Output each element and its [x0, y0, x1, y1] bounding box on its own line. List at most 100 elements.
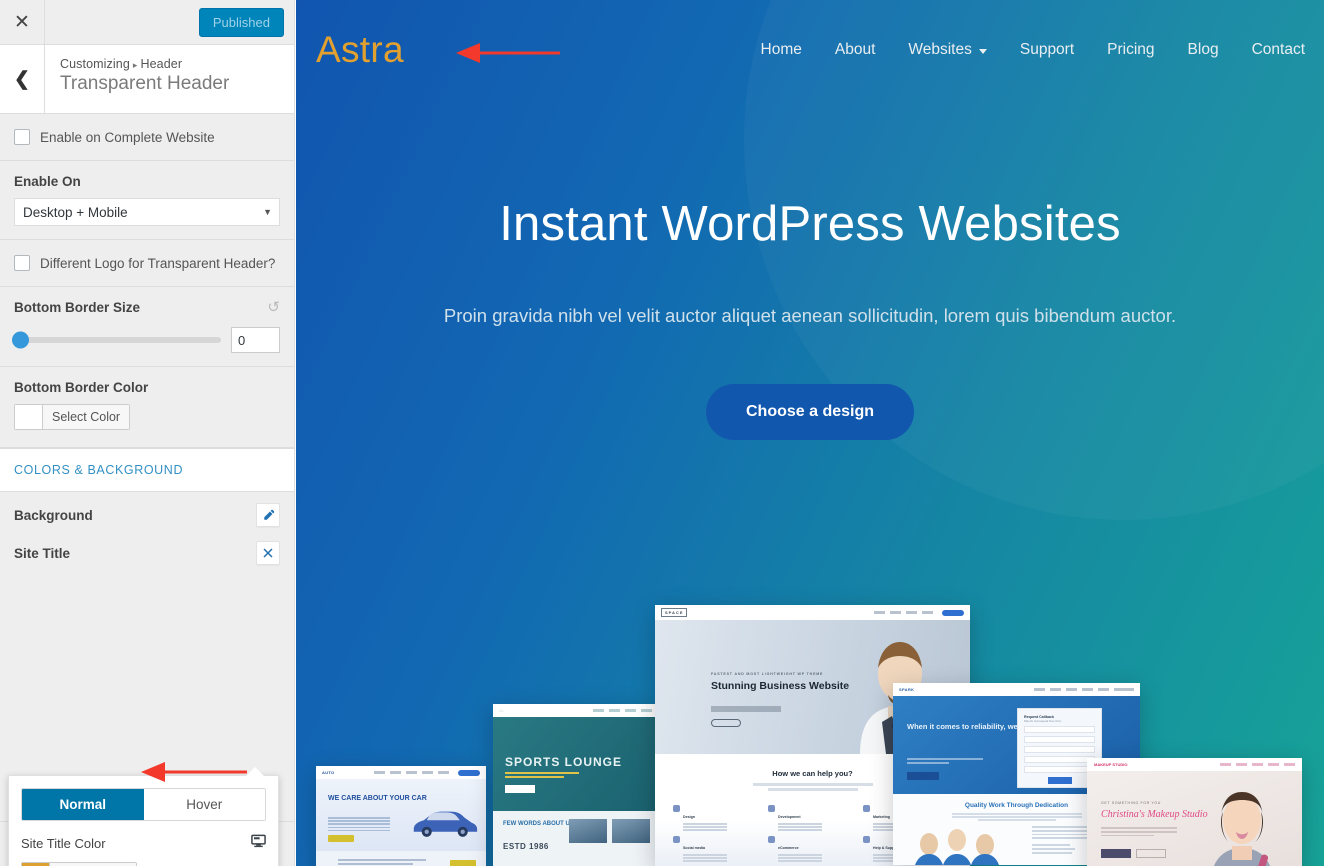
mockup-makeup-photo [1213, 792, 1271, 866]
site-title-label: Site Title [14, 545, 71, 561]
control-bottom-border-color: Bottom Border Color Select Color [0, 367, 294, 448]
mockup-plumber-form-submit [1047, 777, 1072, 784]
mockup-makeup[interactable]: MAKEUP STUDIO GET SOMETHING FOR YOU Chri… [1087, 758, 1302, 866]
feature-text [683, 853, 727, 862]
enable-complete-website-checkbox[interactable] [14, 129, 30, 145]
mockup-makeup-navbar: MAKEUP STUDIO [1087, 758, 1302, 771]
mockup-makeup-buttons [1101, 849, 1166, 858]
nav-item-contact[interactable]: Contact [1252, 41, 1305, 59]
screen: ✕ Published ❮ Customizing ▸ Header Transpa… [0, 0, 1324, 866]
site-title-color-picker[interactable]: Select Color [21, 862, 138, 866]
feature-icon [863, 805, 870, 812]
mockup-sports-button [505, 785, 535, 793]
mockup-business-button [711, 719, 741, 727]
breadcrumb-root: Customizing [60, 57, 130, 71]
feature-icon [673, 835, 680, 843]
mockup-makeup-kicker: GET SOMETHING FOR YOU [1101, 801, 1161, 805]
color-swatch [15, 405, 43, 429]
nav-item-blog[interactable]: Blog [1188, 41, 1219, 59]
row-site-title[interactable]: Site Title [0, 530, 294, 568]
mockup-makeup-paragraph [1101, 827, 1177, 838]
nav-item-pricing[interactable]: Pricing [1107, 41, 1154, 59]
nav-item-websites[interactable]: Websites [908, 41, 987, 59]
mockup-car-cta [458, 769, 480, 776]
back-chevron-icon[interactable]: ❮ [0, 45, 45, 113]
close-icon[interactable]: ✕ [0, 0, 45, 44]
control-enable-on: Enable On Desktop + Mobile ▼ [0, 161, 294, 240]
site-title-color-popup: Normal Hover Site Title Color [8, 767, 279, 866]
select-color-label: Select Color [43, 405, 130, 429]
bottom-border-size-slider[interactable] [12, 331, 221, 349]
mockup-business-cta [942, 609, 964, 616]
control-bottom-border-size: Bottom Border Size ↺ [0, 287, 294, 367]
hero-section: Instant WordPress Websites Proin gravida… [296, 196, 1324, 440]
mockup-car[interactable]: AUTO WE CARE ABOUT YOUR CAR [316, 766, 486, 866]
different-logo-label: Different Logo for Transparent Header? [40, 255, 276, 271]
mockup-plumber-logo: SPARK [899, 687, 915, 692]
hero-subtitle: Proin gravida nibh vel velit auctor aliq… [443, 305, 1177, 326]
mockup-plumber-navbar: SPARK [893, 683, 1140, 696]
mockup-car-lower-button [450, 860, 476, 866]
tab-hover[interactable]: Hover [143, 789, 265, 820]
mockup-makeup-logo: MAKEUP STUDIO [1094, 762, 1128, 767]
mockup-car-button [328, 835, 354, 842]
mockup-collage: AUTO WE CARE ABOUT YOUR CAR SL SPORTS LO… [296, 576, 1324, 866]
mockup-sports-estd: ESTD 1986 [503, 842, 549, 852]
mockup-plumber-paragraph [907, 758, 983, 766]
mockup-business-logo: SPACE [661, 608, 688, 617]
desktop-icon[interactable] [251, 834, 266, 853]
bottom-border-color-picker[interactable]: Select Color [14, 404, 131, 430]
site-title-color-row: Select Color [21, 862, 266, 866]
mockup-business-feature: eCommerce [768, 835, 857, 863]
reset-icon[interactable]: ↺ [267, 300, 280, 315]
breadcrumb-section: Header [140, 57, 183, 71]
feature-icon [768, 805, 775, 812]
nav-item-about[interactable]: About [835, 41, 876, 59]
site-header: Astra Home About Websites Support Pricin… [296, 0, 1324, 100]
feature-label: eCommerce [778, 845, 799, 850]
primary-navigation: Home About Websites Support Pricing Blog… [761, 41, 1311, 59]
hero-title: Instant WordPress Websites [499, 197, 1121, 251]
mockup-sports-nav [593, 709, 652, 712]
mockup-car-lower [316, 851, 486, 866]
feature-icon [863, 835, 870, 843]
breadcrumb-separator: ▸ [132, 60, 138, 70]
control-different-logo: Different Logo for Transparent Header? [0, 240, 294, 287]
tab-normal[interactable]: Normal [22, 789, 144, 820]
publish-button[interactable]: Published [198, 7, 284, 37]
mockup-sports-navbar: SL [493, 704, 658, 717]
enable-on-select[interactable]: Desktop + Mobile [14, 198, 280, 226]
mockup-car-logo: AUTO [322, 770, 335, 775]
mockup-makeup-hero: GET SOMETHING FOR YOU Christina's Makeup… [1087, 771, 1302, 866]
close-icon[interactable] [256, 541, 280, 565]
bottom-border-color-label: Bottom Border Color [14, 380, 149, 395]
mockup-sports[interactable]: SL SPORTS LOUNGE FEW WORDS ABOUT US ESTD… [493, 704, 658, 866]
row-background[interactable]: Background [0, 492, 294, 530]
site-title[interactable]: Astra [316, 29, 404, 71]
breadcrumb: Customizing ▸ Header [60, 57, 229, 71]
feature-icon [768, 835, 775, 843]
customizer-panel-header: ❮ Customizing ▸ Header Transparent Header [0, 45, 294, 114]
nav-item-support[interactable]: Support [1020, 41, 1074, 59]
mockup-car-lower-text [338, 859, 434, 866]
mockup-car-image [413, 811, 478, 837]
mockup-car-navbar: AUTO [316, 766, 486, 779]
mockup-business-paragraph [711, 706, 781, 712]
different-logo-checkbox[interactable] [14, 255, 30, 271]
mockup-sports-lower: FEW WORDS ABOUT US ESTD 1986 [493, 811, 658, 866]
mockup-sports-headline: SPORTS LOUNGE [505, 755, 623, 769]
customizer-controls: Enable on Complete Website Enable On Des… [0, 114, 294, 866]
mockup-business-feature: Design [673, 805, 762, 832]
feature-icon [673, 805, 680, 812]
choose-a-design-button[interactable]: Choose a design [705, 384, 915, 440]
mockup-sports-hero: SPORTS LOUNGE [493, 717, 658, 811]
mockup-business-nav [874, 611, 933, 614]
bottom-border-size-input[interactable] [231, 327, 280, 353]
mockup-makeup-headline: Christina's Makeup Studio [1101, 809, 1208, 820]
mockup-business-feature: Development [768, 805, 857, 832]
section-colors-background[interactable]: COLORS & BACKGROUND [0, 448, 294, 492]
slider-handle[interactable] [12, 331, 29, 349]
popup-tabs: Normal Hover [21, 788, 266, 821]
pencil-icon[interactable] [256, 503, 280, 527]
nav-item-home[interactable]: Home [761, 41, 802, 59]
